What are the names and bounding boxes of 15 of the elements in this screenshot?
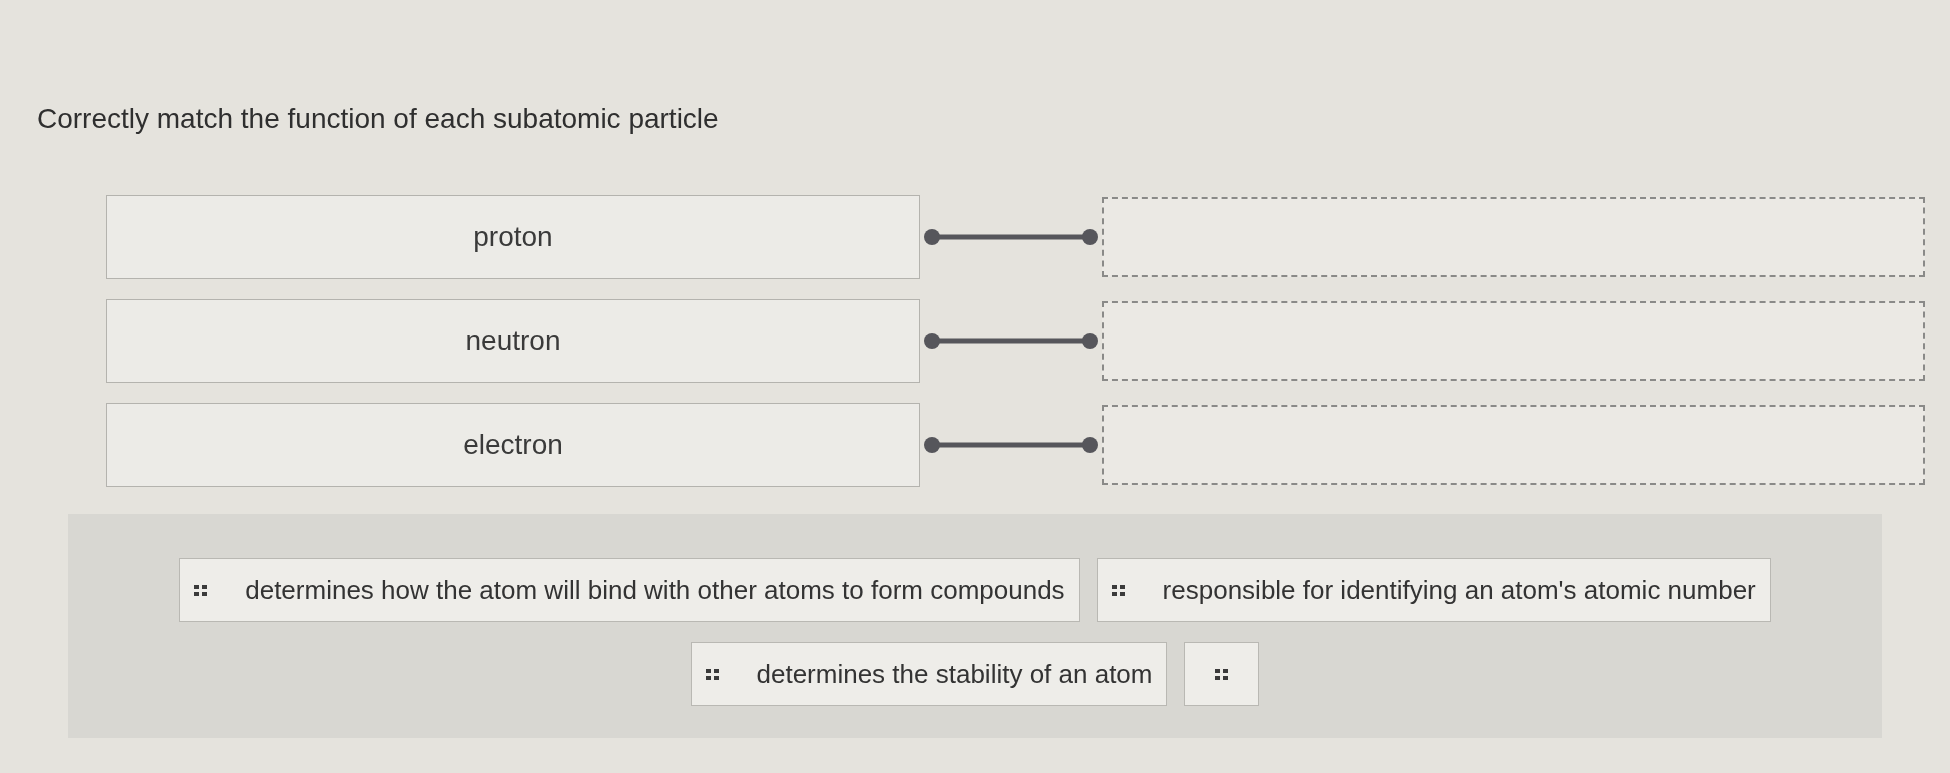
answer-chip[interactable]: determines the stability of an atom [690, 642, 1168, 706]
grip-icon [1111, 584, 1125, 596]
drop-zone[interactable] [1102, 405, 1925, 485]
drop-zone[interactable] [1102, 301, 1925, 381]
grip-icon [1215, 668, 1229, 680]
drop-zone[interactable] [1102, 197, 1925, 277]
term-card: proton [106, 195, 920, 279]
term-card: electron [106, 403, 920, 487]
answer-chip[interactable]: determines how the atom will bind with other atoms to form compounds [179, 558, 1080, 622]
question-prompt: Correctly match the function of each subatomic particle [37, 103, 719, 134]
answer-chip[interactable] [1184, 642, 1260, 706]
answer-chip[interactable]: responsible for identifying an atom's atomic number [1096, 558, 1771, 622]
grip-icon [194, 584, 208, 596]
term-card: neutron [106, 299, 920, 383]
grip-icon [705, 668, 719, 680]
